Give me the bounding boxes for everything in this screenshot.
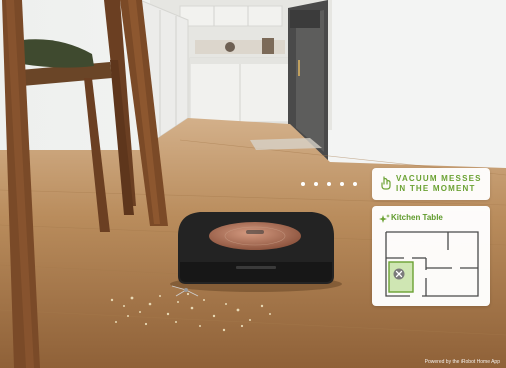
x-marker-icon [393, 268, 405, 280]
carousel-dots[interactable] [300, 181, 360, 187]
callout-headline: VACUUM MESSES IN THE MOMENT [396, 174, 486, 194]
floor-plan-map[interactable] [382, 228, 482, 300]
room-map-card: Kitchen Table [372, 206, 490, 306]
map-card-title: Kitchen Table [391, 213, 443, 222]
app-credit: Powered by the iRobot Home App [424, 359, 500, 365]
sparkle-icon [379, 214, 390, 223]
callout-line-1: VACUUM MESSES [396, 174, 482, 183]
vacuum-hand-icon [381, 176, 391, 190]
feature-callout: VACUUM MESSES IN THE MOMENT [372, 168, 490, 200]
callout-line-2: IN THE MOMENT [396, 184, 476, 193]
product-scene: VACUUM MESSES IN THE MOMENT Kitchen Tabl… [0, 0, 506, 368]
